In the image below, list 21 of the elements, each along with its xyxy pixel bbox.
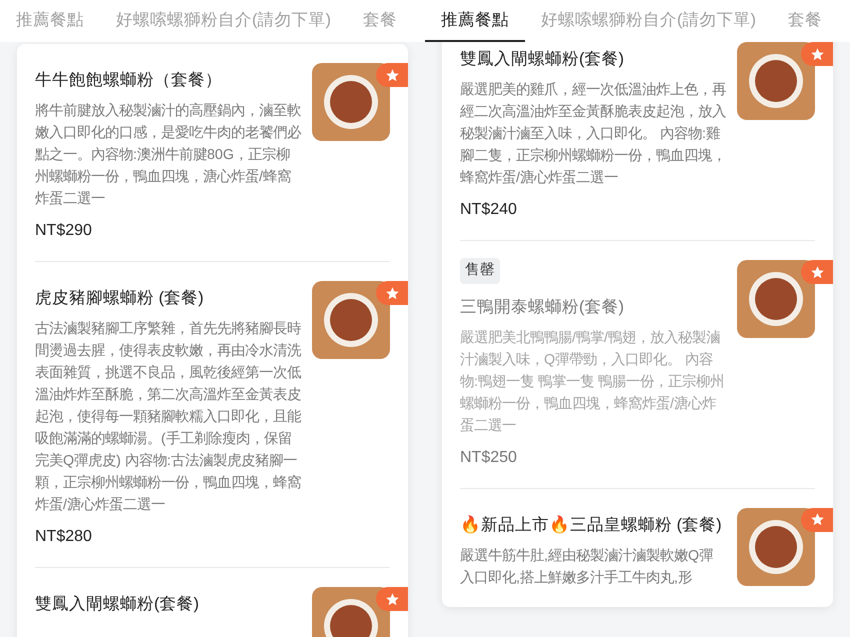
item-title: 雙鳳入閘螺螄粉(套餐) bbox=[460, 49, 625, 70]
item-price: NT$290 bbox=[35, 221, 93, 241]
item-title: 虎皮豬腳螺螄粉 (套餐) bbox=[35, 288, 205, 309]
menu-tab[interactable]: 好螺嗦螺獅粉自介(請勿下單) bbox=[525, 0, 772, 42]
item-title: 牛牛飽飽螺螄粉（套餐） bbox=[35, 70, 223, 91]
menu-tab[interactable]: 好螺嗦螺獅粉自介(請勿下單) bbox=[100, 0, 347, 42]
menu-tab[interactable]: 推薦餐點 bbox=[0, 0, 100, 42]
item-description: 嚴選肥美的雞爪，經一次低溫油炸上色，再經二次高溫油炸至金黃酥脆表皮起泡，放入秘製滷汁滷至入味，入口即化。 內容物:雞腳二隻，正宗柳州螺螄粉一份，鴨血四塊，蜂窩炸蛋/溏心炸蛋二選一 bbox=[460, 80, 726, 188]
item-description: 古法滷製豬腳工序繁雜，首先先將豬腳長時間燙過去腥，使得表皮軟嫩，再由冷水清洗表面雜質，挑選不良品，風乾後經第一次低溫油炸炸至酥脆，第二次高溫炸至金黃表皮起泡，使得每一顆豬腳軟糯入口即化，且能吸飽滿滿的螺螄湯。(手工剃除瘦肉，保留完美Q彈虎皮) 內容物:古法滷製虎皮豬腳一顆，正宗柳州螺螄粉一份，鴨血四塊，蜂窩炸蛋/溏心炸蛋二選一 bbox=[35, 320, 301, 515]
menu-tab[interactable]: 套餐 bbox=[772, 0, 838, 42]
item-price: NT$280 bbox=[35, 527, 93, 547]
item-title: 三鴨開泰螺螄粉(套餐) bbox=[460, 296, 625, 318]
item-price: NT$240 bbox=[460, 200, 518, 220]
item-description: 嚴選牛筋牛肚,經由秘製滷汁滷製軟嫩Q彈入口即化,搭上鮮嫩多汁手工牛肉丸,形 bbox=[460, 546, 714, 588]
item-description: 將牛前腱放入秘製滷汁的高壓鍋內，滷至軟嫩入口即化的口感，是愛吃牛肉的老饕們必點之一。內容物:澳洲牛前腱80G，正宗柳州螺螄粉一份，鴨血四塊，溏心炸蛋/蜂窩炸蛋二選一 bbox=[35, 102, 301, 209]
sold-out-label: 售罄 bbox=[460, 258, 500, 284]
item-title: 🔥新品上市🔥三品皇螺螄粉 (套餐) bbox=[460, 514, 723, 536]
item-description: 嚴選肥美北鴨鴨腸/鴨掌/鴨翅，放入秘製滷汁滷製入味，Q彈帶勁，入口即化。 內容物:鴨翅一隻 鴨掌一隻 鴨腸一份，正宗柳州螺螄粉一份，鴨血四塊，蜂窩炸蛋/溏心炸蛋二選一 bbox=[460, 328, 725, 436]
item-title: 雙鳳入閘螺螄粉(套餐) bbox=[35, 594, 200, 615]
menu-tab[interactable]: 套餐 bbox=[347, 0, 413, 42]
item-price: NT$250 bbox=[460, 448, 518, 468]
